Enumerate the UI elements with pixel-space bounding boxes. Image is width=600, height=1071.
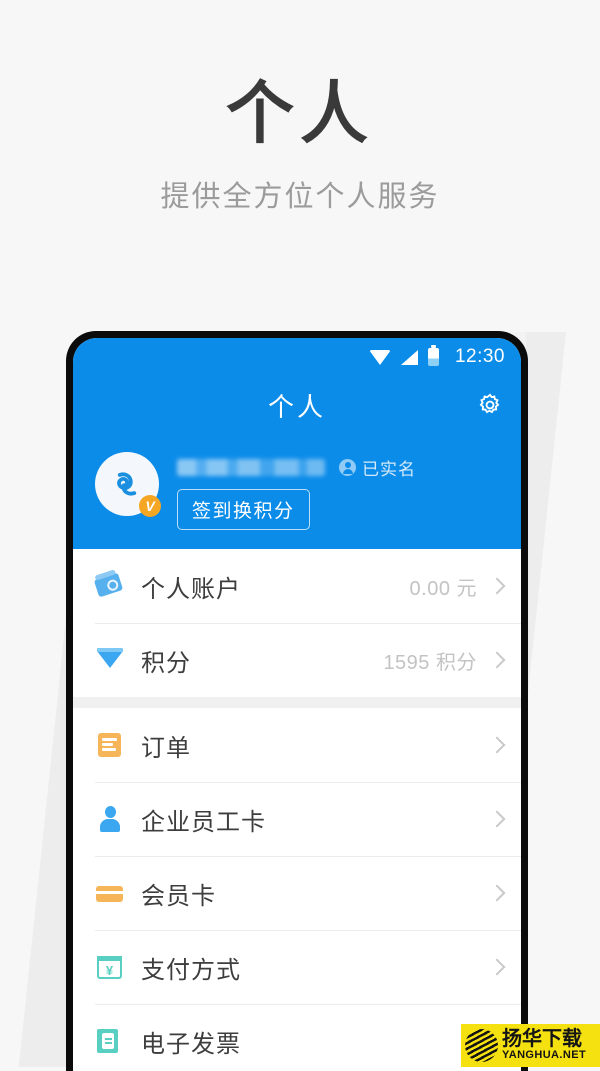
- watermark-text: 扬华下载 YANGHUA.NET: [502, 1029, 586, 1062]
- list-item-e-invoice[interactable]: 电子发票: [73, 1004, 521, 1071]
- employee-person-icon: [95, 804, 125, 834]
- status-bar-clock: 12:30: [454, 346, 505, 367]
- chevron-right-icon: [488, 810, 506, 828]
- list-group-separator: [73, 697, 521, 708]
- list-item-value: 1595 积分: [383, 651, 477, 674]
- watermark-en: YANGHUA.NET: [502, 1049, 587, 1062]
- battery-icon: [427, 345, 439, 366]
- page-subtitle: 提供全方位个人服务: [160, 181, 440, 214]
- phone-screen: 12:30 个人 V 已实名 签到换积分 个人账户 0.00 元 积分 1595…: [73, 338, 521, 1071]
- status-bar: 12:30: [73, 338, 521, 376]
- list-item-membership-card[interactable]: 会员卡: [73, 856, 521, 930]
- invoice-icon: [95, 1026, 125, 1056]
- verified-v-badge: V: [139, 495, 161, 517]
- profile-name-row: 已实名: [177, 454, 416, 480]
- list-item-employee-card[interactable]: 企业员工卡: [73, 782, 521, 856]
- chevron-right-icon: [488, 651, 506, 669]
- order-document-icon: [95, 730, 125, 760]
- list-item-label: 订单: [141, 734, 191, 762]
- profile-details: 已实名 签到换积分: [177, 452, 416, 530]
- chevron-right-icon: [488, 958, 506, 976]
- list-item-account[interactable]: 个人账户 0.00 元: [73, 549, 521, 623]
- list-item-label: 支付方式: [141, 956, 241, 984]
- chevron-right-icon: [488, 577, 506, 595]
- page-title: 个人: [225, 76, 374, 152]
- app-bar: 个人: [73, 376, 521, 434]
- globe-logo-icon: [465, 1029, 498, 1062]
- verified-label: 已实名: [362, 459, 416, 479]
- payment-yuan-icon: ¥: [95, 952, 125, 982]
- person-circle-icon: [339, 458, 356, 476]
- list-item-label: 电子发票: [141, 1030, 241, 1058]
- chevron-right-icon: [488, 884, 506, 902]
- promo-header: 个人 提供全方位个人服务: [0, 0, 600, 330]
- list-group-account: 个人账户 0.00 元 积分 1595 积分: [73, 549, 521, 697]
- chevron-right-icon: [488, 736, 506, 754]
- app-bar-title: 个人: [267, 391, 326, 422]
- signal-icon: [400, 349, 418, 365]
- membership-card-icon: [95, 878, 125, 908]
- list-item-label: 个人账户: [141, 575, 241, 603]
- profile-section: V 已实名 签到换积分: [73, 434, 521, 549]
- list-group-services: 订单 企业员工卡 会员卡 ¥ 支付方式 电子发票: [73, 708, 521, 1071]
- list-item-label: 会员卡: [141, 882, 216, 910]
- username-masked: [177, 458, 325, 476]
- list-item-label: 积分: [141, 649, 191, 677]
- gem-icon: [95, 645, 125, 675]
- status-bar-icons: 12:30: [368, 345, 505, 368]
- wallet-icon: [93, 571, 125, 601]
- watermark-cn: 扬华下载: [502, 1028, 582, 1051]
- avatar[interactable]: V: [95, 452, 161, 517]
- list-item-value: 0.00 元: [409, 577, 477, 600]
- signin-button[interactable]: 签到换积分: [177, 489, 310, 530]
- list-item-orders[interactable]: 订单: [73, 708, 521, 782]
- status-badge: 已实名: [339, 455, 416, 480]
- list-item-label: 企业员工卡: [141, 808, 266, 836]
- list-item-payment-method[interactable]: ¥ 支付方式: [73, 930, 521, 1004]
- wifi-icon: [368, 349, 391, 365]
- phone-device-frame: 12:30 个人 V 已实名 签到换积分 个人账户 0.00 元 积分 1595…: [66, 331, 528, 1071]
- watermark: 扬华下载 YANGHUA.NET: [461, 1024, 600, 1067]
- list-item-points[interactable]: 积分 1595 积分: [73, 623, 521, 697]
- gear-icon[interactable]: [477, 392, 503, 418]
